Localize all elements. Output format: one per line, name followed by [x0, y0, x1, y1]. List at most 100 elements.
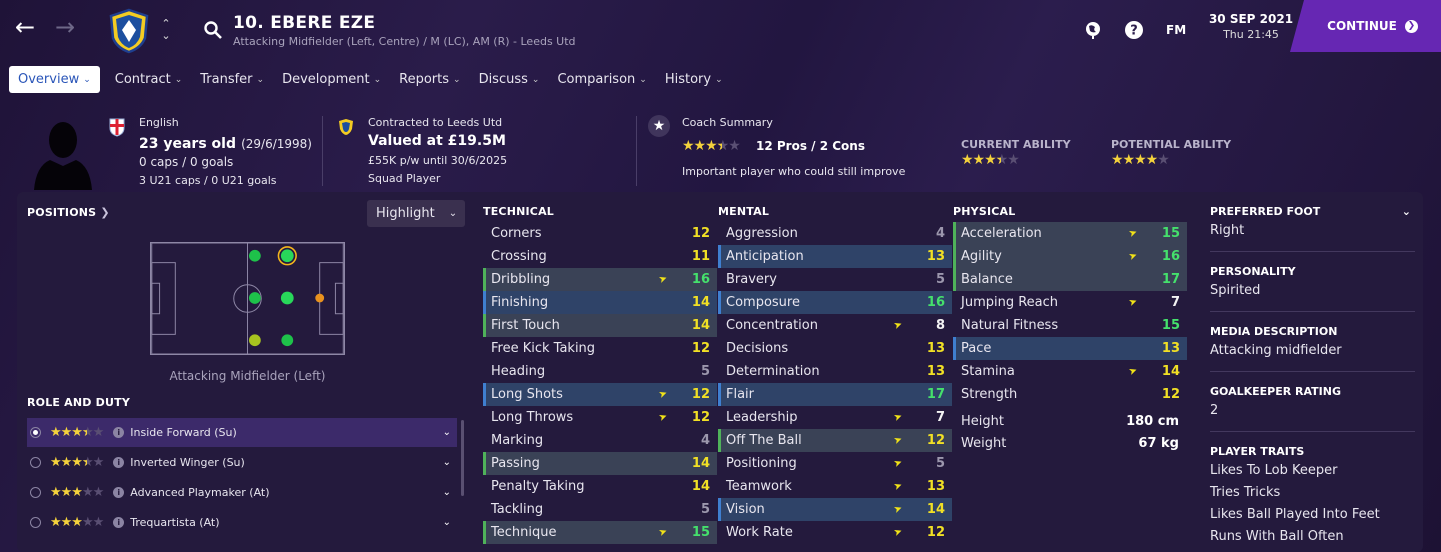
- continue-button[interactable]: CONTINUE ❯: [1290, 0, 1441, 52]
- technical-title: TECHNICAL: [483, 205, 554, 218]
- attribute-value: 14: [691, 295, 710, 310]
- weight-label: Weight: [961, 435, 1007, 451]
- attribute-row[interactable]: Agility ➤ 16: [953, 245, 1187, 268]
- goalkeeper-rating-label: GOALKEEPER RATING: [1210, 385, 1341, 398]
- chevron-down-icon[interactable]: ⌄: [1402, 205, 1411, 218]
- attribute-row[interactable]: Teamwork ➤ 13: [718, 475, 952, 498]
- search-icon[interactable]: [203, 20, 223, 40]
- attribute-row[interactable]: Passing 14: [483, 452, 717, 475]
- tab-comparison[interactable]: Comparison ⌄: [548, 66, 655, 93]
- attribute-row[interactable]: Composure 16: [718, 291, 952, 314]
- attribute-row[interactable]: Tackling 5: [483, 498, 717, 521]
- attribute-row[interactable]: Long Shots ➤ 12: [483, 383, 717, 406]
- attribute-row[interactable]: Stamina ➤ 14: [953, 360, 1187, 383]
- attribute-name: Work Rate: [726, 525, 793, 540]
- attribute-name: Anticipation: [726, 249, 804, 264]
- trait-item: Runs With Ball Often: [1210, 529, 1344, 544]
- attribute-row[interactable]: Work Rate ➤ 12: [718, 521, 952, 544]
- tab-development[interactable]: Development ⌄: [273, 66, 390, 93]
- personality-value: Spirited: [1210, 283, 1261, 298]
- goalkeeper-rating-value: 2: [1210, 403, 1219, 418]
- attribute-value: 14: [691, 456, 710, 471]
- fm-menu-button[interactable]: FM: [1166, 23, 1186, 37]
- player-traits-label: PLAYER TRAITS: [1210, 445, 1305, 458]
- attribute-value: 16: [1161, 249, 1180, 264]
- divider: [1210, 251, 1415, 252]
- attribute-row[interactable]: Aggression 4: [718, 222, 952, 245]
- attribute-row[interactable]: Acceleration ➤ 15: [953, 222, 1187, 245]
- attribute-row[interactable]: Anticipation 13: [718, 245, 952, 268]
- chevron-down-icon: ⌄: [448, 208, 458, 219]
- role-row-inside-forward[interactable]: ★★★★★★ i Inside Forward (Su) ⌄: [27, 418, 457, 447]
- player-cycle-arrows[interactable]: ⌃ ⌄: [159, 18, 173, 44]
- tab-discuss[interactable]: Discuss ⌄: [470, 66, 549, 93]
- attribute-row[interactable]: Vision ➤ 14: [718, 498, 952, 521]
- chevron-down-icon[interactable]: ⌄: [443, 427, 451, 438]
- attribute-row[interactable]: Penalty Taking 14: [483, 475, 717, 498]
- attribute-row[interactable]: Heading 5: [483, 360, 717, 383]
- info-icon[interactable]: i: [113, 517, 125, 528]
- attribute-row[interactable]: Balance 17: [953, 268, 1187, 291]
- attribute-row[interactable]: Jumping Reach ➤ 7: [953, 291, 1187, 314]
- tab-label: Reports: [399, 72, 450, 87]
- tab-bar: Overview ⌄ Contract ⌄ Transfer ⌄ Developmen…: [9, 66, 732, 93]
- club-crest-icon[interactable]: [108, 8, 150, 54]
- tab-overview[interactable]: Overview ⌄: [9, 66, 100, 93]
- attribute-name: Strength: [961, 387, 1018, 402]
- attribute-row[interactable]: Positioning ➤ 5: [718, 452, 952, 475]
- chevron-down-icon[interactable]: ⌄: [443, 517, 451, 528]
- attribute-row[interactable]: Finishing 14: [483, 291, 717, 314]
- chevron-down-icon[interactable]: ⌄: [443, 457, 451, 468]
- attribute-row[interactable]: Off The Ball ➤ 12: [718, 429, 952, 452]
- radio-button[interactable]: [30, 427, 41, 438]
- attribute-name: Decisions: [726, 341, 789, 356]
- attribute-row[interactable]: Natural Fitness 15: [953, 314, 1187, 337]
- tab-history[interactable]: History ⌄: [656, 66, 732, 93]
- attribute-row[interactable]: Corners 12: [483, 222, 717, 245]
- role-row-advanced-playmaker[interactable]: ★★★★★ i Advanced Playmaker (At) ⌄: [27, 478, 457, 507]
- info-icon[interactable]: i: [113, 427, 125, 438]
- back-arrow-icon[interactable]: ←: [13, 15, 37, 40]
- attribute-row[interactable]: Long Throws ➤ 12: [483, 406, 717, 429]
- tab-transfer[interactable]: Transfer ⌄: [191, 66, 273, 93]
- attribute-row[interactable]: Strength 12: [953, 383, 1187, 406]
- attribute-row[interactable]: Free Kick Taking 12: [483, 337, 717, 360]
- attribute-row[interactable]: Dribbling ➤ 16: [483, 268, 717, 291]
- attribute-row[interactable]: First Touch 14: [483, 314, 717, 337]
- attribute-value: 5: [700, 364, 710, 379]
- attribute-row[interactable]: Crossing 11: [483, 245, 717, 268]
- divider: [1210, 431, 1415, 432]
- attribute-row[interactable]: Pace 13: [953, 337, 1187, 360]
- attribute-row[interactable]: Technique ➤ 15: [483, 521, 717, 544]
- attribute-row[interactable]: Decisions 13: [718, 337, 952, 360]
- forward-arrow-icon[interactable]: →: [53, 15, 77, 40]
- chevron-down-icon[interactable]: ⌄: [443, 487, 451, 498]
- info-icon[interactable]: i: [113, 457, 125, 468]
- tab-reports[interactable]: Reports ⌄: [390, 66, 469, 93]
- attribute-row[interactable]: Leadership ➤ 7: [718, 406, 952, 429]
- attribute-row[interactable]: Determination 13: [718, 360, 952, 383]
- highlight-dropdown[interactable]: Highlight ⌄: [367, 200, 465, 227]
- star-badge-icon: ★: [648, 115, 670, 137]
- preferred-foot-header[interactable]: PREFERRED FOOT ⌄: [1210, 205, 1415, 218]
- attribute-row[interactable]: Flair 17: [718, 383, 952, 406]
- radio-button[interactable]: [30, 517, 41, 528]
- role-row-trequartista[interactable]: ★★★★★ i Trequartista (At) ⌄: [27, 508, 457, 537]
- roles-scrollbar[interactable]: [461, 420, 464, 496]
- pros-cons[interactable]: 12 Pros / 2 Cons: [756, 139, 865, 153]
- help-icon[interactable]: ?: [1124, 20, 1144, 40]
- globe-icon[interactable]: [1083, 20, 1103, 40]
- positions-header[interactable]: POSITIONS ❯: [27, 206, 110, 219]
- trend-arrow-icon: ➤: [1126, 226, 1139, 241]
- info-icon[interactable]: i: [113, 487, 125, 498]
- attribute-row[interactable]: Concentration ➤ 8: [718, 314, 952, 337]
- attribute-name: Flair: [726, 387, 755, 402]
- role-row-inverted-winger[interactable]: ★★★★★★ i Inverted Winger (Su) ⌄: [27, 448, 457, 477]
- attribute-row[interactable]: Bravery 5: [718, 268, 952, 291]
- chevron-down-icon: ⌄: [373, 74, 382, 85]
- radio-button[interactable]: [30, 487, 41, 498]
- attribute-row[interactable]: Marking 4: [483, 429, 717, 452]
- radio-button[interactable]: [30, 457, 41, 468]
- attribute-name: Vision: [726, 502, 765, 517]
- tab-contract[interactable]: Contract ⌄: [106, 66, 191, 93]
